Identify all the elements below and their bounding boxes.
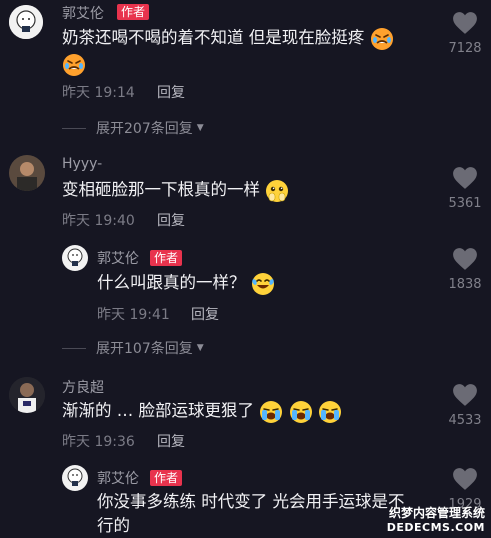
reply-button[interactable]: 回复 [157, 431, 185, 451]
reply-button[interactable]: 回复 [191, 304, 219, 324]
divider [62, 127, 86, 129]
username[interactable]: Hyyy- [62, 156, 102, 172]
expand-label[interactable]: 展开207条回复 [96, 118, 193, 138]
chevron-down-icon: ▼ [196, 343, 204, 353]
comment-time: 昨天 19:41 [97, 307, 170, 323]
avatar[interactable] [9, 5, 43, 39]
avatar[interactable] [62, 245, 88, 271]
like-button[interactable]: 1838 [440, 247, 490, 292]
chevron-down-icon: ▼ [196, 123, 204, 133]
crying-face-icon [318, 400, 342, 424]
divider [62, 347, 86, 349]
like-button[interactable]: 5361 [440, 166, 490, 211]
crying-face-icon [259, 400, 283, 424]
heart-icon[interactable] [452, 467, 478, 491]
author-tag: 作者 [150, 470, 183, 486]
username[interactable]: 郭艾伦 [97, 468, 139, 488]
watermark-line1: 织梦内容管理系统 [388, 506, 485, 520]
username[interactable]: 方良超 [62, 377, 104, 397]
pleading-hands-face-icon [265, 179, 289, 203]
heart-icon[interactable] [452, 383, 478, 407]
heart-icon[interactable] [452, 166, 478, 190]
heart-icon[interactable] [452, 247, 478, 271]
comment-time: 昨天 19:36 [62, 434, 135, 450]
expand-label[interactable]: 展开107条回复 [96, 338, 193, 358]
reply-button[interactable]: 回复 [157, 82, 185, 102]
face-with-tears-hot-icon [62, 53, 86, 77]
username[interactable]: 郭艾伦 [62, 3, 104, 23]
author-tag: 作者 [150, 250, 183, 266]
like-button[interactable]: 4533 [440, 383, 490, 428]
comment-text-line-2: 行的 [97, 516, 130, 535]
tears-of-joy-face-icon [251, 272, 275, 296]
comment-time: 昨天 19:40 [62, 213, 135, 229]
username[interactable]: 郭艾伦 [97, 248, 139, 268]
crying-face-icon [289, 400, 313, 424]
like-button[interactable]: 7128 [440, 11, 490, 56]
comment-text: 你没事多练练 时代变了 光会用手运球是不 [97, 492, 405, 511]
comment-text: 渐渐的 … 脸部运球更狠了 [62, 399, 342, 424]
like-count: 5361 [448, 196, 482, 211]
comment-text: 什么叫跟真的一样？ [97, 271, 275, 296]
comment-text: 变相砸脸那一下根真的一样 [62, 178, 289, 203]
heart-icon[interactable] [452, 11, 478, 35]
comment-time: 昨天 19:14 [62, 85, 135, 101]
avatar[interactable] [9, 155, 45, 191]
watermark: 织梦内容管理系统 DEDECMS.COM [387, 504, 485, 534]
face-with-tears-hot-icon [370, 27, 394, 51]
watermark-line2: DEDECMS.COM [386, 521, 485, 534]
reply-button[interactable]: 回复 [157, 210, 185, 230]
author-tag: 作者 [117, 4, 150, 20]
comment-text: 奶茶还喝不喝的着不知道 但是现在脸挺疼 [62, 26, 394, 51]
expand-replies[interactable]: 展开207条回复 ▼ [62, 118, 204, 138]
comment-text-emoji-line [62, 52, 86, 77]
like-count: 4533 [448, 413, 482, 428]
like-count: 1838 [448, 277, 482, 292]
avatar[interactable] [62, 465, 88, 491]
expand-replies[interactable]: 展开107条回复 ▼ [62, 338, 204, 358]
avatar[interactable] [9, 377, 45, 413]
like-count: 7128 [448, 41, 482, 56]
